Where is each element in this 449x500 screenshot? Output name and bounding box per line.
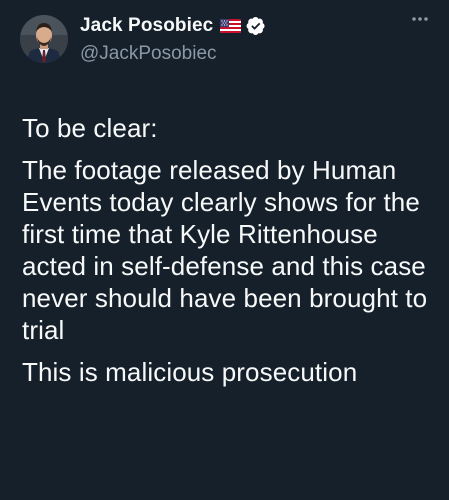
- tweet-card: Jack Posobiec @JackPosobiec To be clear:…: [0, 0, 449, 500]
- author-handle[interactable]: @JackPosobiec: [80, 43, 217, 65]
- avatar[interactable]: [20, 15, 68, 63]
- author-name-row: Jack Posobiec: [80, 14, 266, 38]
- verified-badge-icon: [246, 16, 266, 36]
- tweet-paragraph: To be clear:: [22, 113, 158, 143]
- tweet-text: To be clear: The footage released by Hum…: [22, 112, 437, 398]
- us-flag-icon: [220, 19, 242, 33]
- more-options-icon[interactable]: [407, 8, 433, 30]
- tweet-paragraph: This is malicious prosecution: [22, 357, 358, 387]
- tweet-paragraph: The footage released by Human Events tod…: [22, 155, 428, 345]
- display-name[interactable]: Jack Posobiec: [80, 15, 213, 37]
